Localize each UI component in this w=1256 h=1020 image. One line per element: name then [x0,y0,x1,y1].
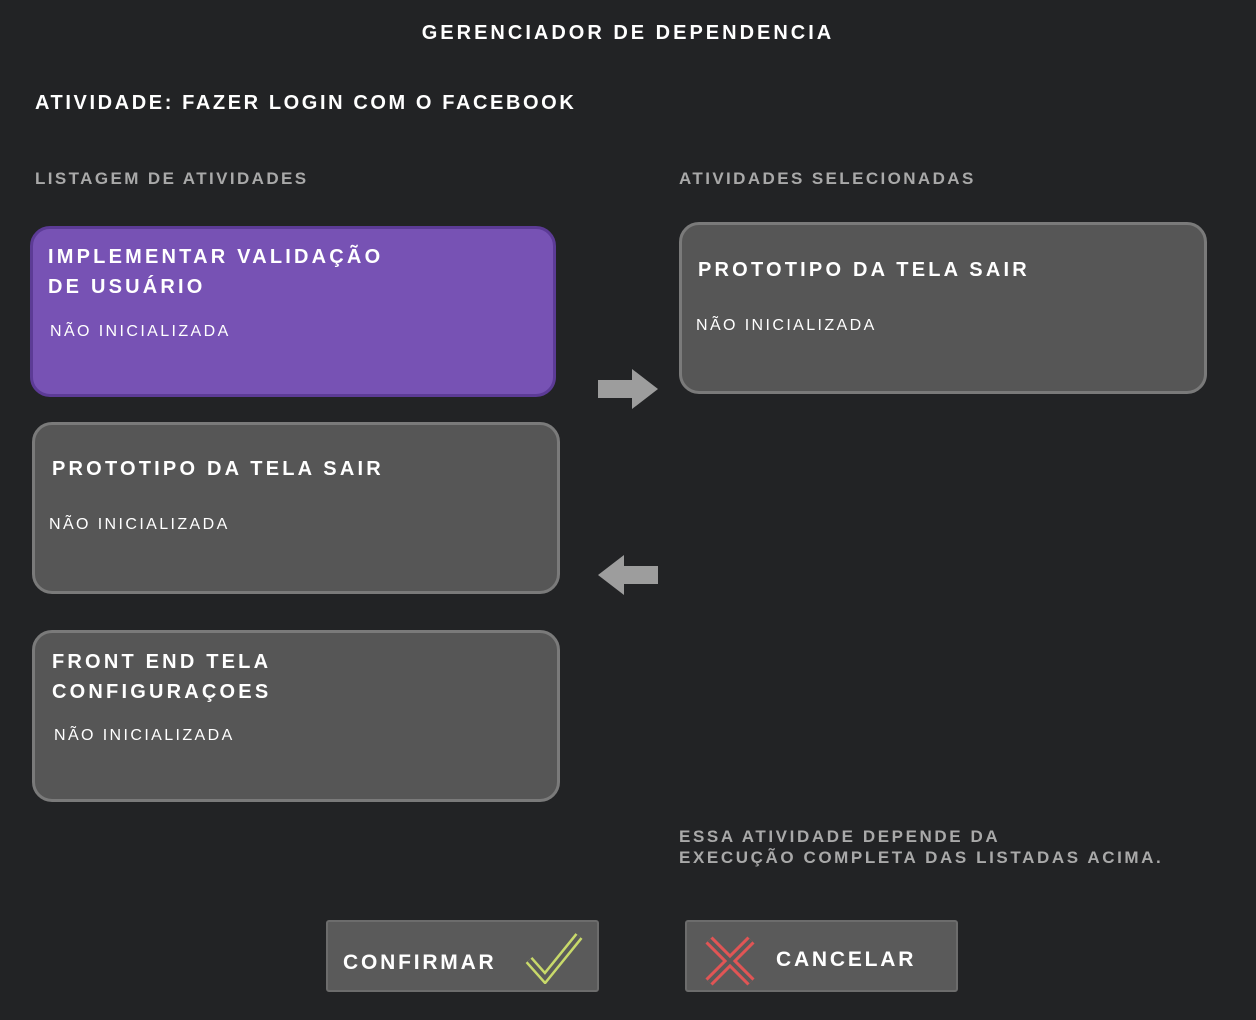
check-icon [525,930,583,989]
current-activity: ATIVIDADE: FAZER LOGIN COM O FACEBOOK [35,92,577,114]
activity-list-label: LISTAGEM DE ATIVIDADES [35,169,309,188]
activity-card-title: FRONT END TELA CONFIGURAÇOES [52,651,272,703]
cancel-button-label: CANCELAR [776,948,917,971]
activity-card-prototipo-tela-sair[interactable]: PROTOTIPO DA TELA SAIR NÃO INICIALIZADA [32,422,560,594]
activity-card-status: NÃO INICIALIZADA [49,516,230,533]
selected-card-title: PROTOTIPO DA TELA SAIR [698,259,1030,281]
activity-card-title: PROTOTIPO DA TELA SAIR [52,458,384,480]
activity-card-implementar-validacao[interactable]: IMPLEMENTAR VALIDAÇÃO DE USUÁRIO NÃO INI… [30,226,556,397]
cancel-button[interactable]: CANCELAR [685,920,958,992]
activity-card-title: IMPLEMENTAR VALIDAÇÃO DE USUÁRIO [48,246,384,298]
x-icon [703,934,757,993]
dependency-note-line: ESSA ATIVIDADE DEPENDE DA [679,827,1001,846]
confirm-button[interactable]: CONFIRMAR [326,920,599,992]
selected-card-prototipo-tela-sair[interactable]: PROTOTIPO DA TELA SAIR NÃO INICIALIZADA [679,222,1207,394]
confirm-button-label: CONFIRMAR [343,951,497,974]
activity-card-front-end-configuracoes[interactable]: FRONT END TELA CONFIGURAÇOES NÃO INICIAL… [32,630,560,802]
activity-card-status: NÃO INICIALIZADA [54,727,235,744]
dialog-title: GERENCIADOR DE DEPENDENCIA [421,22,835,44]
dependency-note-line: EXECUÇÃO COMPLETA DAS LISTADAS ACIMA. [679,848,1164,867]
selected-list-label: ATIVIDADES SELECIONADAS [679,169,976,188]
arrow-right-icon[interactable] [598,369,658,409]
activity-card-status: NÃO INICIALIZADA [50,323,231,340]
arrow-left-icon[interactable] [598,555,658,595]
dependency-note: ESSA ATIVIDADE DEPENDE DA EXECUÇÃO COMPL… [679,826,1163,868]
selected-card-status: NÃO INICIALIZADA [696,317,877,334]
